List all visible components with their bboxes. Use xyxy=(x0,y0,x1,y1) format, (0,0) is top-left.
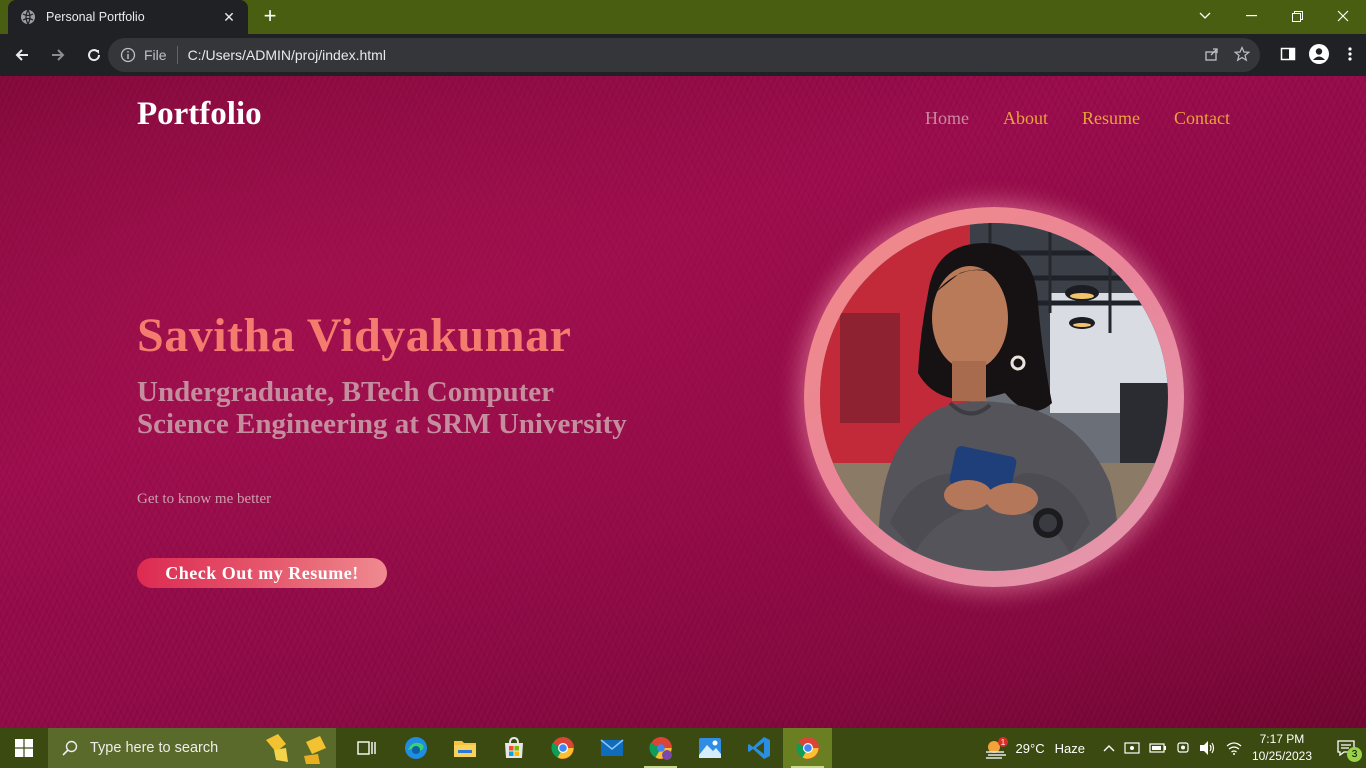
clock-date: 10/25/2023 xyxy=(1251,749,1312,763)
search-icon xyxy=(62,740,78,756)
weather-desc: Haze xyxy=(1054,740,1085,756)
back-button[interactable] xyxy=(6,39,38,71)
notification-badge: 3 xyxy=(1347,747,1362,762)
battery-icon[interactable] xyxy=(1149,741,1167,755)
nav-about[interactable]: About xyxy=(1003,108,1048,129)
svg-text:1: 1 xyxy=(1000,738,1005,747)
meet-now-icon[interactable] xyxy=(1124,740,1140,756)
star-icon[interactable] xyxy=(1234,46,1250,62)
side-panel-icon[interactable] xyxy=(1280,46,1296,62)
taskbar-file-explorer[interactable] xyxy=(440,728,489,768)
restore-button[interactable] xyxy=(1274,0,1320,32)
nav-resume[interactable]: Resume xyxy=(1082,108,1140,129)
hero-name: Savitha Vidyakumar xyxy=(137,309,572,362)
search-highlight-icon xyxy=(266,734,326,764)
taskbar-photos[interactable] xyxy=(685,728,734,768)
taskbar-clock[interactable]: 7:17 PM 10/25/2023 xyxy=(1252,731,1312,765)
taskbar-search-box[interactable]: Type here to search xyxy=(48,728,336,768)
info-icon[interactable] xyxy=(120,47,136,63)
taskbar-chrome-active[interactable] xyxy=(783,728,832,768)
taskbar-edge[interactable] xyxy=(391,728,440,768)
close-window-button[interactable] xyxy=(1320,0,1366,32)
nav-home[interactable]: Home xyxy=(925,108,969,129)
vscode-icon xyxy=(747,737,770,759)
address-bar[interactable]: File C:/Users/ADMIN/proj/index.html xyxy=(108,38,1260,72)
taskbar-apps xyxy=(342,728,832,768)
windows-logo-icon xyxy=(15,739,33,757)
wifi-icon[interactable] xyxy=(1226,741,1242,755)
chevron-up-icon[interactable] xyxy=(1103,744,1115,752)
browser-toolbar: File C:/Users/ADMIN/proj/index.html xyxy=(0,34,1366,76)
taskbar-mail[interactable] xyxy=(587,728,636,768)
tab-title: Personal Portfolio xyxy=(46,10,145,24)
clock-time: 7:17 PM xyxy=(1259,732,1305,746)
chrome-icon xyxy=(550,737,574,759)
url-text[interactable]: C:/Users/ADMIN/proj/index.html xyxy=(188,47,386,63)
browser-titlebar: Personal Portfolio ✕ + xyxy=(0,0,1366,34)
taskbar-store[interactable] xyxy=(489,728,538,768)
site-nav: Home About Resume Contact xyxy=(925,108,1230,129)
profile-photo xyxy=(820,223,1168,571)
chrome-profile-icon xyxy=(648,737,672,760)
reload-icon xyxy=(88,49,101,62)
arrow-right-icon xyxy=(52,49,65,61)
share-icon[interactable] xyxy=(1204,46,1220,62)
globe-icon xyxy=(21,9,35,25)
kebab-menu-icon[interactable] xyxy=(1342,46,1358,62)
tab-close-icon[interactable]: ✕ xyxy=(220,9,238,26)
profile-photo-illustration xyxy=(820,223,1168,571)
store-icon xyxy=(504,736,523,758)
taskbar-chrome[interactable] xyxy=(538,728,587,768)
portfolio-page: Portfolio Home About Resume Contact Savi… xyxy=(0,76,1366,728)
taskbar-chrome-profile[interactable] xyxy=(636,728,685,768)
camera-icon[interactable] xyxy=(1176,740,1190,756)
windows-taskbar: Type here to search 1 29°C Haze 7:17 PM … xyxy=(0,728,1366,768)
nav-contact[interactable]: Contact xyxy=(1174,108,1230,129)
chrome-active-icon xyxy=(795,737,819,759)
search-placeholder: Type here to search xyxy=(90,740,219,756)
new-tab-button[interactable]: + xyxy=(258,5,282,28)
address-separator xyxy=(176,46,178,64)
tab-search-icon[interactable] xyxy=(1182,0,1228,32)
task-view-button[interactable] xyxy=(342,728,391,768)
resume-cta-button[interactable]: Check Out my Resume! xyxy=(137,558,387,588)
notification-center-button[interactable]: 3 xyxy=(1326,728,1366,768)
volume-icon[interactable] xyxy=(1199,740,1217,756)
weather-widget[interactable]: 1 29°C Haze xyxy=(984,737,1085,759)
start-button[interactable] xyxy=(0,728,48,768)
reload-button[interactable] xyxy=(78,39,110,71)
weather-haze-icon: 1 xyxy=(985,737,1008,759)
arrow-left-icon xyxy=(15,49,28,61)
weather-temp: 29°C xyxy=(1015,740,1045,756)
profile-icon[interactable] xyxy=(1308,43,1330,65)
hero-tagline: Get to know me better xyxy=(137,491,272,507)
profile-photo-frame xyxy=(804,207,1184,587)
file-scheme-label: File xyxy=(144,47,167,63)
photos-icon xyxy=(698,738,721,758)
mail-icon xyxy=(599,739,624,756)
edge-icon xyxy=(404,737,427,759)
site-brand[interactable]: Portfolio xyxy=(137,96,262,133)
system-tray: 1 29°C Haze 7:17 PM 10/25/2023 3 xyxy=(984,728,1366,768)
minimize-button[interactable] xyxy=(1228,0,1274,32)
file-explorer-icon xyxy=(453,741,476,757)
taskbar-vscode[interactable] xyxy=(734,728,783,768)
task-view-icon xyxy=(356,741,376,755)
forward-button[interactable] xyxy=(42,39,74,71)
hero-subtitle: Undergraduate, BTech Computer Science En… xyxy=(137,376,627,440)
browser-tab[interactable]: Personal Portfolio ✕ xyxy=(8,0,248,34)
